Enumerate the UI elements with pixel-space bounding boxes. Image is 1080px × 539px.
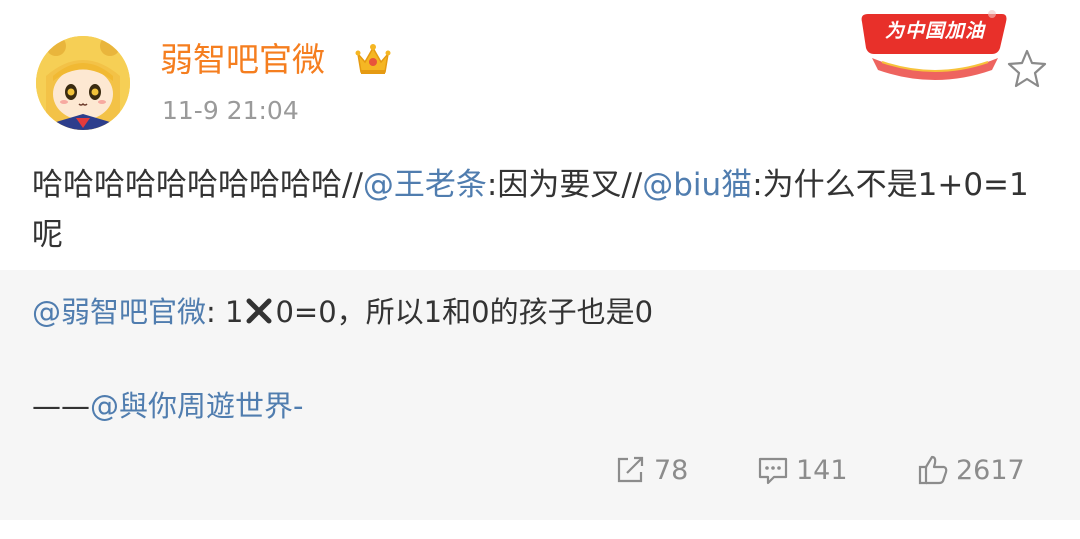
star-icon[interactable] <box>1006 48 1048 88</box>
x-mark-icon <box>245 295 273 324</box>
anime-girl-avatar-icon <box>36 36 130 130</box>
retweet-dash: —— <box>32 389 90 423</box>
cheer-badge: 为中国加油 <box>860 10 1010 82</box>
repost-icon <box>617 456 644 483</box>
post-text-2: :因为要叉// <box>486 167 643 203</box>
repost-count: 78 <box>654 454 689 486</box>
comment-button[interactable]: 141 <box>756 448 848 492</box>
mention-link[interactable]: @biu猫 <box>642 167 752 203</box>
username[interactable]: 弱智吧官微 <box>160 38 325 82</box>
avatar[interactable] <box>36 36 130 130</box>
retweet-colon: : 1 <box>206 295 244 329</box>
timestamp: 11-9 21:04 <box>162 96 299 125</box>
source-mention-link[interactable]: @與你周遊世界- <box>90 389 303 423</box>
like-button[interactable]: 2617 <box>916 448 1025 492</box>
retweet-block[interactable]: @弱智吧官微: 1 0=0，所以1和0的孩子也是0 ——@與你周遊世界- 78 1… <box>0 270 1080 520</box>
mention-link[interactable]: @王老条 <box>363 167 487 203</box>
action-bar: 78 141 2617 <box>0 448 1080 492</box>
crown-icon <box>355 44 391 74</box>
comment-count: 141 <box>796 454 848 486</box>
retweet-text: @弱智吧官微: 1 0=0，所以1和0的孩子也是0 <box>32 292 653 332</box>
badge-text: 为中国加油 <box>884 20 985 42</box>
retweet-source-line: ——@與你周遊世界- <box>32 386 303 426</box>
comment-icon <box>758 457 788 485</box>
post-text-1: 哈哈哈哈哈哈哈哈哈哈// <box>32 167 363 203</box>
post-header: 弱智吧官微 11-9 21:04 为中国加油 <box>0 0 1080 150</box>
retweet-author-link[interactable]: @弱智吧官微 <box>32 295 206 329</box>
retweet-text-after: 0=0，所以1和0的孩子也是0 <box>275 295 654 329</box>
repost-button[interactable]: 78 <box>614 448 688 492</box>
post-content: 哈哈哈哈哈哈哈哈哈哈//@王老条:因为要叉//@biu猫:为什么不是1+0=1呢 <box>32 160 1042 260</box>
like-count: 2617 <box>956 454 1025 486</box>
thumbs-up-icon <box>918 455 948 485</box>
